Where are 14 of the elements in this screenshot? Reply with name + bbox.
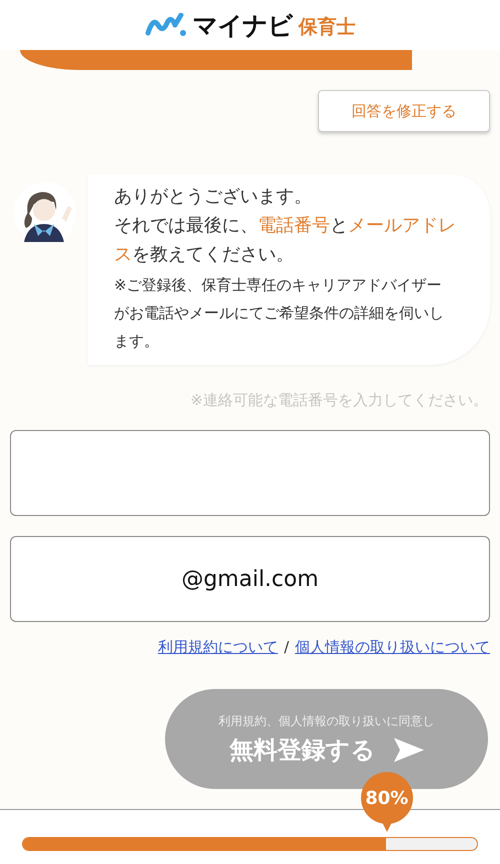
logo-text: マイナビ <box>192 10 292 42</box>
link-separator: / <box>284 638 289 657</box>
badge-pointer <box>382 822 392 832</box>
logo-wave-icon <box>144 13 186 37</box>
email-field[interactable]: @gmail.com <box>10 536 490 622</box>
terms-link[interactable]: 個人情報の取り扱いについて <box>295 638 490 657</box>
message-note: ※ご登録後、保育士専任のキャリアアドバイザーがお電話やメールにてご希望条件の詳細を伺いします。 <box>114 275 445 352</box>
terms-link[interactable]: 利用規約について <box>158 638 278 657</box>
logo-subtitle: 保育士 <box>298 15 356 40</box>
phone-hint: ※連絡可能な電話番号を入力してください。 <box>189 390 489 410</box>
phone-field[interactable] <box>10 430 490 516</box>
avatar-icon <box>14 182 76 244</box>
send-icon <box>394 738 424 762</box>
message-text: ありがとうございます。 それでは最後に、電話番号と メールアドレス を教えてください。 <box>114 185 457 267</box>
